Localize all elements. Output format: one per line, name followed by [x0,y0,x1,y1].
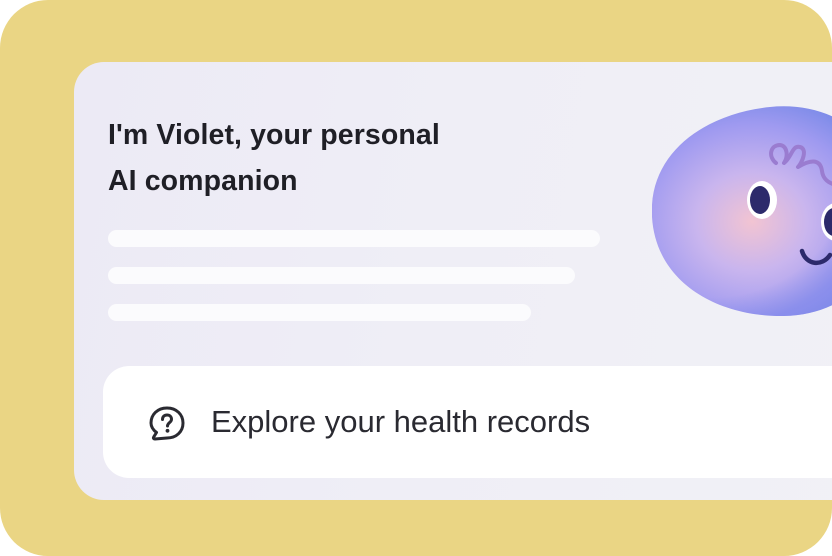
outer-frame: I'm Violet, your personal AI companion E… [0,0,832,556]
avatar-body-shade [652,106,832,317]
text-placeholder-line-1 [108,230,600,247]
text-placeholder-line-2 [108,267,575,284]
intro-title-line-2: AI companion [108,165,298,197]
intro-title: I'm Violet, your personal AI companion [108,112,568,204]
explore-health-records-label: Explore your health records [211,404,591,439]
text-placeholder-line-3 [108,304,531,321]
question-chat-icon [149,406,185,441]
explore-health-records-button[interactable]: Explore your health records [103,366,832,478]
violet-avatar [652,106,832,317]
intro-title-line-1: I'm Violet, your personal [108,119,440,151]
violet-intro-card: I'm Violet, your personal AI companion E… [74,62,832,500]
avatar-left-eye [747,181,777,219]
